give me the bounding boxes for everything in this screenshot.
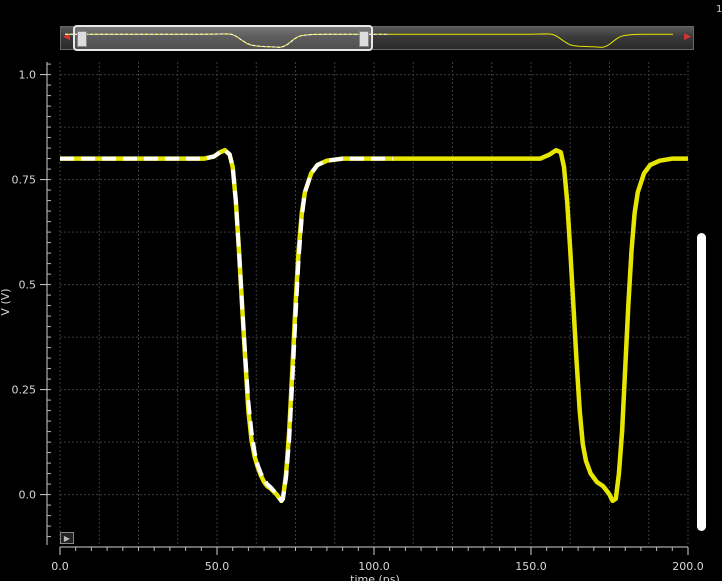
- y-tick-label: 0.0: [19, 489, 37, 502]
- x-axis-title: time (ps): [350, 573, 400, 581]
- grid: [59, 62, 689, 545]
- y-tick-label: 0.75: [12, 174, 37, 187]
- x-tick-label: 0.0: [51, 560, 69, 573]
- series-line-2[interactable]: [60, 148, 393, 503]
- vertical-scrollbar[interactable]: [697, 233, 706, 531]
- y-tick-label: 1.0: [19, 69, 37, 82]
- x-tick-label: 100.0: [358, 560, 390, 573]
- y-tick-label: 0.25: [12, 384, 37, 397]
- y-axis-title: V (V): [0, 288, 12, 315]
- x-tick-label: 200.0: [672, 560, 704, 573]
- x-tick-label: 150.0: [515, 560, 547, 573]
- y-tick-label: 0.5: [19, 279, 37, 292]
- plot-area[interactable]: 0.00.250.50.751.00.0 50.0 100.0 150.0 200.0 …: [0, 0, 722, 581]
- play-button[interactable]: ▶: [60, 532, 74, 544]
- axes: 0.0 0.25 0.5 0.75 1.0 0.0 50.0 100.0 150.0 200.0: [12, 62, 704, 573]
- x-tick-label: 50.0: [205, 560, 230, 573]
